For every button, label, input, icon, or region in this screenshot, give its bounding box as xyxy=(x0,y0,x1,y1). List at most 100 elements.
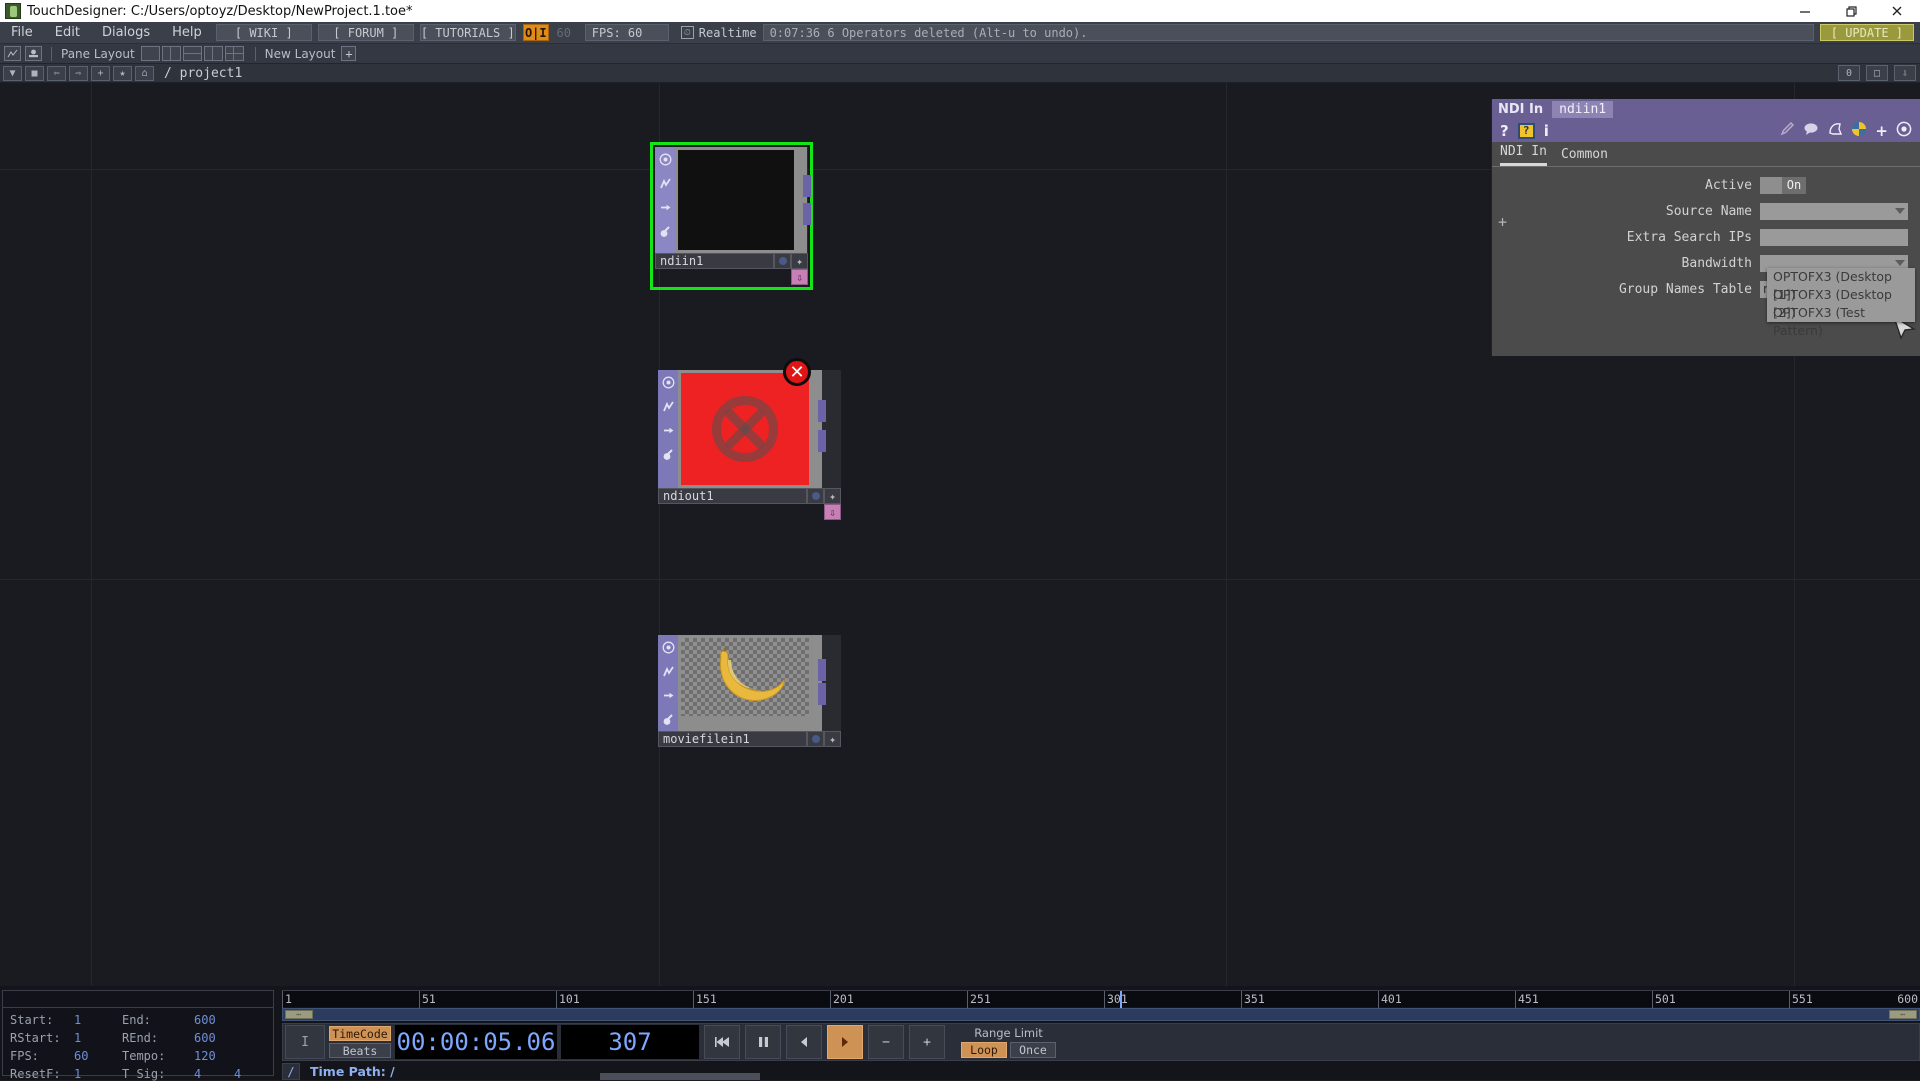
node-flags[interactable] xyxy=(655,147,675,253)
tab-common[interactable]: Common xyxy=(1561,147,1608,166)
timeline-ruler[interactable]: 1 51 101 151 201 251 301 351 401 451 501… xyxy=(282,990,1920,1008)
rstart-value[interactable]: 1 xyxy=(74,1031,122,1045)
play-icon[interactable] xyxy=(827,1025,863,1059)
node-name[interactable]: ndiout1 xyxy=(658,488,807,504)
node-output-connector[interactable] xyxy=(818,659,826,681)
star-icon[interactable]: ★ xyxy=(113,65,132,81)
timecode-display[interactable]: 00:00:05.06 xyxy=(395,1025,557,1059)
layout-save-icon[interactable] xyxy=(25,46,42,61)
close-icon[interactable] xyxy=(1874,0,1920,22)
window-icon[interactable]: □ xyxy=(1866,65,1888,81)
op-help-icon[interactable]: ? xyxy=(1517,122,1535,139)
extra-search-ips-input[interactable] xyxy=(1760,228,1908,246)
clone-flag-icon[interactable] xyxy=(658,442,678,466)
dropdown-option-0[interactable]: OPTOFX3 (Desktop [1]) xyxy=(1767,268,1915,302)
step-back-icon[interactable] xyxy=(786,1025,822,1059)
viewer-flag-icon[interactable] xyxy=(658,370,678,394)
realtime-toggle[interactable]: ⏲ Realtime xyxy=(680,26,757,40)
help-question-icon[interactable]: ? xyxy=(1500,122,1509,140)
dropdown-option-2[interactable]: OPTOFX3 (Test Pattern) xyxy=(1767,304,1915,338)
tab-ndi-in[interactable]: NDI In xyxy=(1500,144,1547,166)
pane-preset-icon[interactable] xyxy=(4,46,21,61)
menu-edit[interactable]: Edit xyxy=(44,22,91,44)
rend-value[interactable]: 600 xyxy=(194,1031,234,1045)
node-bookmark-icon[interactable]: ✦ xyxy=(791,253,808,269)
node-comment-toggle[interactable] xyxy=(807,488,824,504)
start-value[interactable]: 1 xyxy=(74,1013,122,1027)
node-thumbnail[interactable] xyxy=(678,635,812,731)
tsig-value-a[interactable]: 4 xyxy=(194,1067,234,1081)
node-bookmark-icon[interactable]: ✦ xyxy=(824,488,841,504)
forum-link-button[interactable]: [ FORUM ] xyxy=(317,24,414,41)
playhead[interactable] xyxy=(1120,991,1122,1008)
source-name-dropdown[interactable]: OPTOFX3 (Desktop [1]) OPTOFX3 (Desktop [… xyxy=(1767,268,1915,338)
menu-dialogs[interactable]: Dialogs xyxy=(91,22,161,44)
timeline-scrollbar[interactable]: ⋯ ⋯ xyxy=(282,1008,1920,1021)
clone-flag-icon[interactable] xyxy=(658,707,678,731)
layout-three-icon[interactable] xyxy=(203,46,223,61)
node-output-connector-2[interactable] xyxy=(818,430,826,452)
node-name[interactable]: moviefilein1 xyxy=(658,731,807,747)
home-icon[interactable]: ⌂ xyxy=(135,65,154,81)
tag-icon[interactable] xyxy=(1827,121,1843,141)
once-button[interactable]: Once xyxy=(1010,1042,1056,1058)
window-resize-handle[interactable] xyxy=(600,1073,760,1080)
menu-help[interactable]: Help xyxy=(161,22,213,44)
clone-flag-icon[interactable] xyxy=(655,219,675,243)
add-parameter-button[interactable]: + xyxy=(1498,213,1507,231)
render-flag-icon[interactable] xyxy=(658,418,678,442)
render-flag-icon[interactable] xyxy=(658,683,678,707)
viewer-flag-icon[interactable] xyxy=(655,147,675,171)
node-flags[interactable] xyxy=(658,635,678,731)
operator-name-field[interactable]: ndiin1 xyxy=(1552,100,1614,118)
down-arrow-icon[interactable]: ⇩ xyxy=(1894,65,1916,81)
node-output-connector-2[interactable] xyxy=(803,203,811,225)
render-flag-icon[interactable] xyxy=(655,195,675,219)
comment-icon[interactable] xyxy=(1803,121,1819,141)
tutorials-link-button[interactable]: [ TUTORIALS ] xyxy=(419,24,516,41)
add-layout-button[interactable]: + xyxy=(341,46,357,61)
pause-icon[interactable] xyxy=(745,1025,781,1059)
bypass-flag-icon[interactable] xyxy=(658,394,678,418)
layout-quad-icon[interactable] xyxy=(224,46,244,61)
layout-two-vertical-icon[interactable] xyxy=(161,46,181,61)
beats-button[interactable]: Beats xyxy=(329,1043,391,1058)
text-cursor-icon[interactable]: I xyxy=(285,1025,325,1059)
scroll-handle-right[interactable]: ⋯ xyxy=(1889,1010,1917,1019)
plus-icon[interactable]: + xyxy=(91,65,110,81)
down-arrow-icon[interactable]: ⇩ xyxy=(824,504,841,520)
resetf-value[interactable]: 1 xyxy=(74,1067,122,1081)
minus-icon[interactable]: − xyxy=(868,1025,904,1059)
time-path-root-button[interactable]: / xyxy=(282,1063,300,1080)
layout-two-horizontal-icon[interactable] xyxy=(182,46,202,61)
update-button[interactable]: [ UPDATE ] xyxy=(1819,24,1914,41)
node-ndiin1[interactable]: ndiin1 ✦ ⇩ xyxy=(650,142,813,290)
fps-field[interactable]: FPS: 60 xyxy=(584,24,669,41)
node-thumbnail[interactable] xyxy=(675,147,797,253)
error-x-icon[interactable]: ✕ xyxy=(783,358,811,386)
target-icon[interactable] xyxy=(1896,121,1912,141)
scroll-handle-left[interactable]: ⋯ xyxy=(285,1010,313,1019)
info-icon[interactable]: i xyxy=(1544,122,1549,140)
end-value[interactable]: 600 xyxy=(194,1013,234,1027)
node-output-connector[interactable] xyxy=(818,400,826,422)
viewer-flag-icon[interactable] xyxy=(658,635,678,659)
breadcrumb[interactable]: / project1 xyxy=(164,66,242,81)
bypass-flag-icon[interactable] xyxy=(655,171,675,195)
plus-icon[interactable]: + xyxy=(909,1025,945,1059)
frame-display[interactable]: 307 xyxy=(561,1025,699,1059)
rewind-icon[interactable] xyxy=(704,1025,740,1059)
restore-icon[interactable] xyxy=(1828,0,1874,22)
perform-toggle-button[interactable]: O|I xyxy=(522,24,549,41)
node-bookmark-icon[interactable]: ✦ xyxy=(824,731,841,747)
fps-value[interactable]: 60 xyxy=(74,1049,122,1063)
node-thumbnail[interactable] xyxy=(678,370,812,488)
forward-arrow-icon[interactable]: ⇨ xyxy=(69,65,88,81)
layout-single-icon[interactable] xyxy=(140,46,160,61)
active-toggle[interactable]: On xyxy=(1760,176,1806,194)
dropdown-arrow-icon[interactable]: ▼ xyxy=(3,65,22,81)
dropdown-option-1[interactable]: OPTOFX3 (Desktop [2]) xyxy=(1767,286,1915,320)
node-comment-toggle[interactable] xyxy=(807,731,824,747)
menu-file[interactable]: File xyxy=(0,22,44,44)
wiki-link-button[interactable]: [ WIKI ] xyxy=(215,24,312,41)
